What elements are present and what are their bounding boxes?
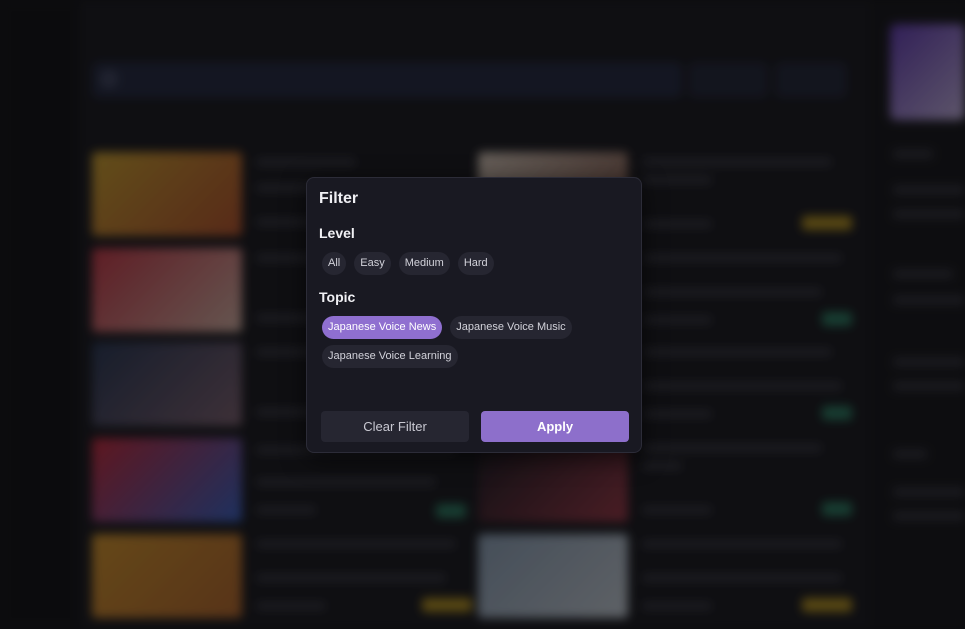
topic-chip-news[interactable]: Japanese Voice News [322,316,443,339]
topic-heading: Topic [319,289,356,305]
topic-chip-learning[interactable]: Japanese Voice Learning [322,345,458,368]
level-heading: Level [319,225,355,241]
topic-chip-music[interactable]: Japanese Voice Music [450,316,572,339]
level-options: All Easy Medium Hard [322,252,632,275]
topic-options: Japanese Voice News Japanese Voice Music… [322,316,632,368]
level-chip-all[interactable]: All [322,252,347,275]
level-chip-easy[interactable]: Easy [354,252,391,275]
clear-filter-button[interactable]: Clear Filter [321,411,469,442]
level-chip-medium[interactable]: Medium [398,252,450,275]
modal-title: Filter [319,190,359,207]
apply-button[interactable]: Apply [481,411,629,442]
level-chip-hard[interactable]: Hard [457,252,494,275]
filter-modal: Filter Level All Easy Medium Hard Topic … [306,177,642,453]
